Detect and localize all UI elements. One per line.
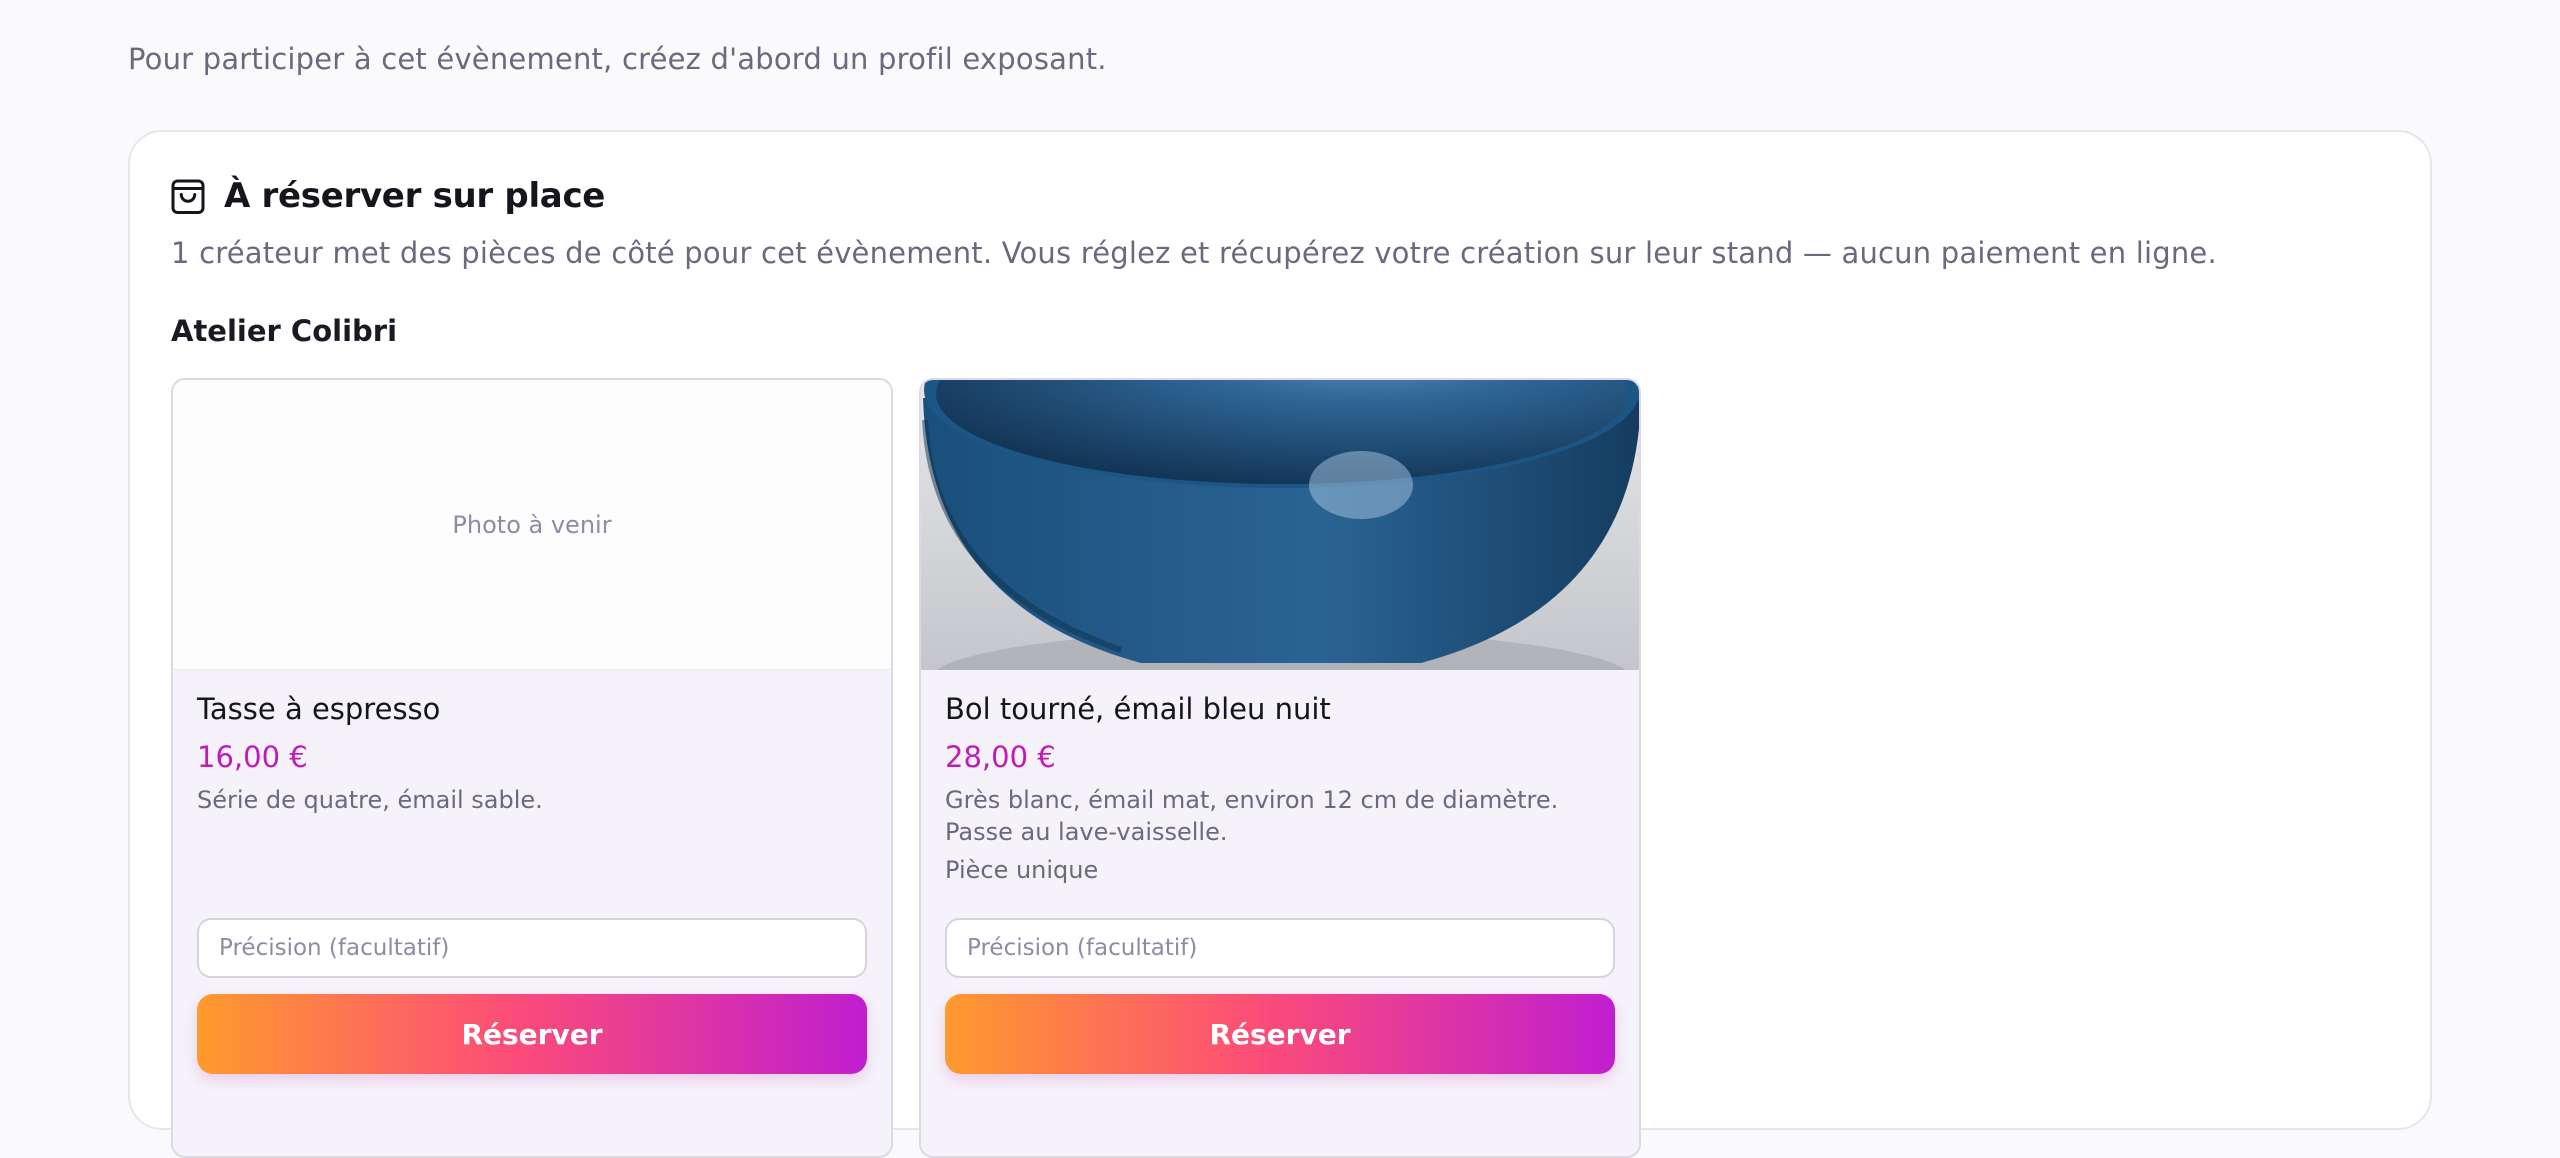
- photo-placeholder: Photo à venir: [173, 380, 891, 670]
- reserve-button[interactable]: Réserver: [197, 994, 867, 1074]
- product-price: 16,00 €: [197, 740, 308, 774]
- photo-placeholder-text: Photo à venir: [452, 510, 612, 539]
- reserve-button[interactable]: Réserver: [945, 994, 1615, 1074]
- product-card-espresso-cup: Photo à venir Tasse à espresso 16,00 € S…: [171, 378, 893, 1158]
- product-info: Bol tourné, émail bleu nuit 28,00 € Grès…: [945, 692, 1615, 884]
- product-price: 28,00 €: [945, 740, 1056, 774]
- creator-name: Atelier Colibri: [171, 314, 398, 348]
- panel-header: À réserver sur place: [170, 176, 605, 216]
- precision-input[interactable]: [197, 918, 867, 978]
- panel-title: À réserver sur place: [224, 176, 606, 216]
- panel-description: 1 créateur met des pièces de côté pour c…: [171, 236, 2217, 270]
- product-description: Série de quatre, émail sable.: [197, 786, 543, 814]
- product-name: Bol tourné, émail bleu nuit: [945, 692, 1331, 726]
- precision-input[interactable]: [945, 918, 1615, 978]
- profile-notice: Pour participer à cet évènement, créez d…: [128, 42, 1107, 76]
- blue-ceramic-bowl-photo: [921, 380, 1639, 670]
- product-name: Tasse à espresso: [197, 692, 441, 726]
- reservation-panel: À réserver sur place 1 créateur met des …: [128, 130, 2432, 1158]
- product-info: Tasse à espresso 16,00 € Série de quatre…: [197, 692, 867, 816]
- unique-piece-label: Pièce unique: [945, 856, 1099, 884]
- product-description: Grès blanc, émail mat, environ 12 cm de …: [945, 786, 1559, 846]
- product-list: Photo à venir Tasse à espresso 16,00 € S…: [171, 378, 1641, 1158]
- product-card-blue-bowl: Bol tourné, émail bleu nuit 28,00 € Grès…: [919, 378, 1641, 1158]
- shopping-bag-icon: [171, 179, 205, 214]
